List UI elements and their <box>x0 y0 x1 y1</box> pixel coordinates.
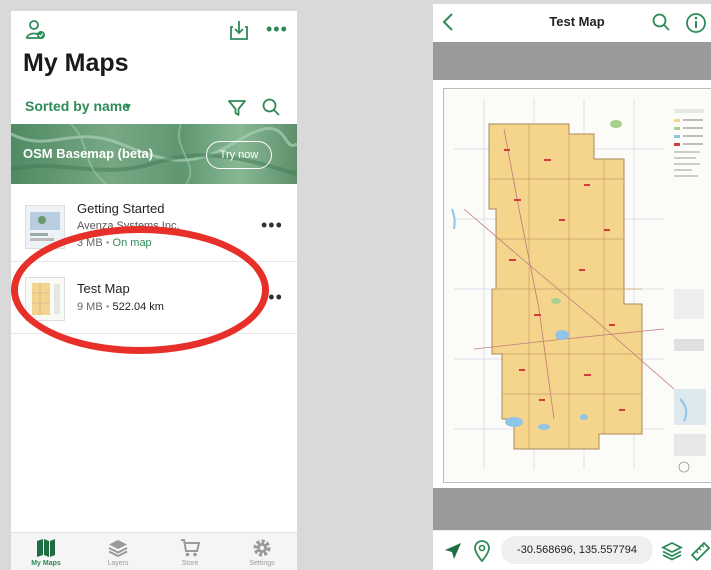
gear-icon <box>253 539 271 557</box>
coordinates-readout[interactable]: -30.568696, 135.557794 <box>501 536 653 564</box>
try-now-button[interactable]: Try now <box>206 141 272 169</box>
map-header: Test Map <box>433 4 711 42</box>
cart-icon <box>181 539 200 557</box>
download-icon[interactable] <box>228 19 250 41</box>
nav-store[interactable]: Store <box>155 533 225 570</box>
filter-icon[interactable] <box>227 98 247 118</box>
nav-layers[interactable]: Layers <box>83 533 153 570</box>
pdf-map-drawing <box>444 89 711 482</box>
map-margin-top <box>433 42 711 80</box>
bottom-navigation: My Maps Layers Store Settings <box>11 532 297 570</box>
map-margin-bottom <box>433 488 711 530</box>
ruler-icon[interactable] <box>689 540 711 562</box>
nav-my-maps[interactable]: My Maps <box>11 533 81 570</box>
layers-icon[interactable] <box>661 540 683 562</box>
pin-icon[interactable] <box>473 540 491 562</box>
top-bar: ••• <box>11 11 297 51</box>
search-icon[interactable] <box>651 12 671 32</box>
highlight-annotation-ellipse <box>11 226 269 354</box>
nav-settings[interactable]: Settings <box>227 533 297 570</box>
page-title: My Maps <box>23 49 129 77</box>
more-options-icon[interactable]: ••• <box>266 19 290 41</box>
item-more-icon[interactable]: ••• <box>261 215 283 236</box>
location-arrow-icon[interactable] <box>443 541 463 561</box>
caret-down-icon[interactable]: ▼ <box>123 102 133 113</box>
map-toolbar: -30.568696, 135.557794 <box>433 530 711 570</box>
search-icon[interactable] <box>261 97 281 117</box>
map-icon <box>37 539 55 557</box>
account-icon[interactable] <box>25 19 47 41</box>
banner-label: OSM Basemap (beta) <box>23 146 154 161</box>
sort-filter-row: Sorted by name ▼ <box>11 93 297 125</box>
info-icon[interactable] <box>685 12 707 34</box>
map-canvas[interactable] <box>433 80 711 488</box>
layers-icon <box>108 540 128 557</box>
map-name: Getting Started <box>77 201 165 216</box>
map-view-screen: Test Map -30.568696, 135.557794 <box>433 4 711 570</box>
map-sheet <box>443 88 711 483</box>
sort-dropdown[interactable]: Sorted by name <box>25 98 130 114</box>
osm-basemap-banner[interactable]: OSM Basemap (beta) Try now <box>11 124 297 184</box>
